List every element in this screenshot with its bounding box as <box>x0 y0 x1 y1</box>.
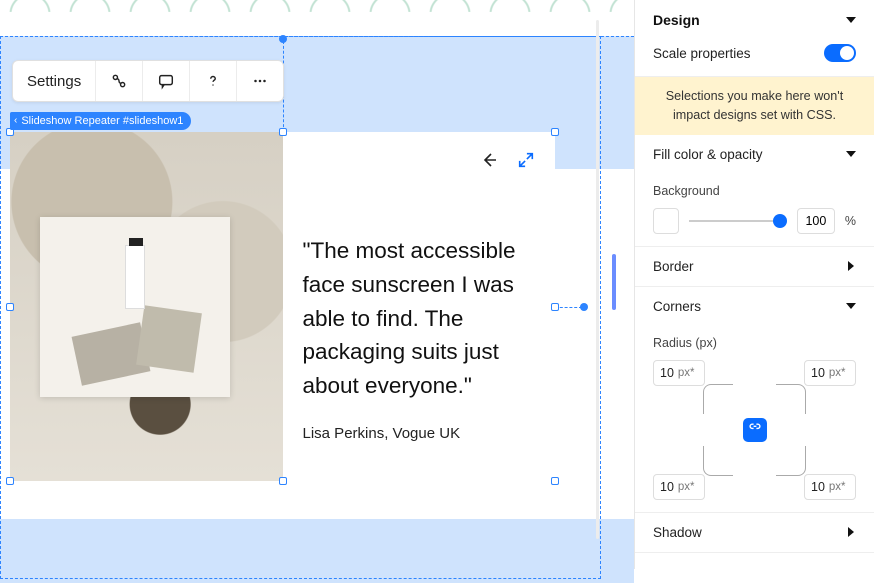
animation-icon <box>110 72 128 90</box>
handle-mt[interactable] <box>279 128 287 136</box>
slider-knob[interactable] <box>773 214 787 228</box>
breadcrumb-label: Slideshow Repeater #slideshow1 <box>21 115 183 127</box>
page-decoration <box>0 0 634 26</box>
caret-down-icon <box>846 17 856 23</box>
handle-mb[interactable] <box>279 477 287 485</box>
guide-right <box>555 307 582 308</box>
anchor-top[interactable] <box>279 35 287 43</box>
caret-down-icon <box>846 151 856 157</box>
radius-input-tr[interactable]: 10px* <box>804 360 856 386</box>
caret-right-icon <box>848 261 854 271</box>
canvas[interactable]: Settings ‹ <box>0 0 634 569</box>
byline-text[interactable]: Lisa Perkins, Vogue UK <box>303 425 536 442</box>
settings-button[interactable]: Settings <box>13 61 96 101</box>
radius-input-bl[interactable]: 10px* <box>653 474 705 500</box>
arrow-left-icon[interactable] <box>479 150 499 175</box>
shadow-title: Shadow <box>653 525 702 540</box>
slide-card[interactable]: "The most accessible face sunscreen I wa… <box>10 132 555 481</box>
design-panel: Design Scale properties Selections you m… <box>634 0 874 569</box>
radius-input-tl[interactable]: 10px* <box>653 360 705 386</box>
animation-button[interactable] <box>96 61 143 101</box>
radius-input-br[interactable]: 10px* <box>804 474 856 500</box>
handle-mr[interactable] <box>551 303 559 311</box>
background-color-swatch[interactable] <box>653 208 679 234</box>
background-label: Background <box>653 184 856 198</box>
handle-tr[interactable] <box>551 128 559 136</box>
scale-toggle[interactable] <box>824 44 856 62</box>
slide-text-area: "The most accessible face sunscreen I wa… <box>283 132 556 481</box>
caret-down-icon <box>846 303 856 309</box>
product-thumbnail <box>40 217 230 397</box>
help-button[interactable] <box>190 61 237 101</box>
slide-image <box>10 132 283 481</box>
border-section-header[interactable]: Border <box>635 247 874 286</box>
radius-controls: 10px* 10px* 10px* 10px* <box>653 360 856 500</box>
panel-resize-indicator[interactable] <box>612 254 616 310</box>
quote-text[interactable]: "The most accessible face sunscreen I wa… <box>303 234 536 403</box>
breadcrumb[interactable]: ‹ Slideshow Repeater #slideshow1 <box>10 112 191 130</box>
css-note: Selections you make here won't impact de… <box>635 77 874 135</box>
expand-icon[interactable] <box>517 151 535 174</box>
border-title: Border <box>653 259 694 274</box>
radius-label: Radius (px) <box>653 336 856 350</box>
comment-icon <box>157 72 175 90</box>
anchor-right[interactable] <box>580 303 588 311</box>
scale-label: Scale properties <box>653 46 751 61</box>
handle-ml[interactable] <box>6 303 14 311</box>
floating-toolbar: Settings <box>12 60 284 102</box>
opacity-slider[interactable] <box>689 211 787 231</box>
design-title: Design <box>653 12 700 28</box>
comment-button[interactable] <box>143 61 190 101</box>
design-section-header[interactable]: Design <box>635 0 874 40</box>
corners-section-header[interactable]: Corners <box>635 287 874 326</box>
caret-right-icon <box>848 527 854 537</box>
handle-br[interactable] <box>551 477 559 485</box>
canvas-scrollbar[interactable] <box>593 0 603 569</box>
radius-preview <box>703 384 806 476</box>
shadow-section-header[interactable]: Shadow <box>635 513 874 552</box>
link-corners-button[interactable] <box>743 418 767 442</box>
handle-bl[interactable] <box>6 477 14 485</box>
opacity-input[interactable]: 100 <box>797 208 835 234</box>
chevron-left-icon: ‹ <box>14 116 17 126</box>
more-button[interactable] <box>237 61 283 101</box>
help-icon <box>204 72 222 90</box>
selection-frame[interactable]: "The most accessible face sunscreen I wa… <box>10 132 555 481</box>
opacity-unit: % <box>845 214 856 228</box>
link-icon <box>748 420 762 439</box>
fill-title: Fill color & opacity <box>653 147 763 162</box>
more-icon <box>251 72 269 90</box>
fill-section-header[interactable]: Fill color & opacity <box>635 135 874 174</box>
corners-title: Corners <box>653 299 701 314</box>
